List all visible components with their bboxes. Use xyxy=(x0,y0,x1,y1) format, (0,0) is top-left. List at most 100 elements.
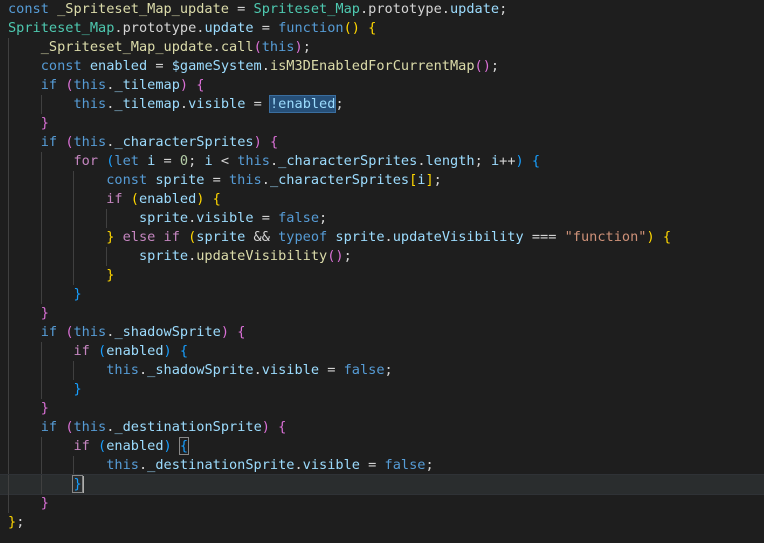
code-token: enabled xyxy=(106,438,164,454)
indent-guide xyxy=(73,266,75,285)
code-token: else xyxy=(122,229,164,245)
code-line[interactable]: } xyxy=(0,285,764,304)
code-token: sprite xyxy=(138,248,189,264)
code-line[interactable]: } xyxy=(0,114,764,133)
code-token: false xyxy=(343,362,385,378)
matched-bracket: } xyxy=(72,475,83,493)
code-token: . xyxy=(261,58,270,74)
indent-guide xyxy=(40,475,42,494)
code-token: _Spriteset_Map_update xyxy=(57,1,229,17)
code-line[interactable]: const _Spriteset_Map_update = Spriteset_… xyxy=(0,0,764,19)
code-line[interactable]: sprite.updateVisibility(); xyxy=(0,247,764,266)
indent-guide xyxy=(40,152,42,171)
indent-guide xyxy=(40,209,42,228)
indent-guide xyxy=(40,456,42,475)
code-line[interactable]: if (enabled) { xyxy=(0,437,764,456)
code-editor[interactable]: const _Spriteset_Map_update = Spriteset_… xyxy=(0,0,764,543)
code-token: { xyxy=(531,153,541,169)
code-token: _destinationSprite xyxy=(114,419,262,435)
code-line[interactable]: this._tilemap.visible = !enabled; xyxy=(0,95,764,114)
code-line[interactable]: sprite.visible = false; xyxy=(0,209,764,228)
indent-guide xyxy=(40,247,42,266)
indent-guide xyxy=(8,304,9,323)
indent-guide xyxy=(8,266,9,285)
code-token: _tilemap xyxy=(114,77,180,93)
code-token: Spriteset_Map xyxy=(253,1,360,17)
code-line[interactable]: if (this._characterSprites) { xyxy=(0,133,764,152)
code-line[interactable]: const enabled = $gameSystem.isM3DEnabled… xyxy=(0,57,764,76)
indent-guide xyxy=(106,209,108,228)
code-line[interactable]: if (this._tilemap) { xyxy=(0,76,764,95)
matched-bracket: { xyxy=(178,437,190,455)
code-line[interactable]: } xyxy=(0,494,764,513)
indent-guide xyxy=(40,171,42,190)
code-token: 0 xyxy=(179,153,189,169)
code-token: $gameSystem xyxy=(171,58,262,74)
indent-guide xyxy=(73,247,75,266)
indent-guide xyxy=(8,342,9,361)
code-line[interactable]: Spriteset_Map.prototype.update = functio… xyxy=(0,19,764,38)
code-token: Spriteset_Map xyxy=(8,20,115,36)
code-token: . xyxy=(294,457,303,473)
code-token: ( xyxy=(130,191,139,207)
code-token: { xyxy=(212,191,221,207)
code-token: call xyxy=(220,39,254,55)
code-token: length xyxy=(425,153,475,169)
code-line[interactable]: this._shadowSprite.visible = false; xyxy=(0,361,764,380)
indent-guide xyxy=(8,95,9,114)
code-token: ; xyxy=(425,457,434,473)
code-token: ; xyxy=(343,248,352,264)
indent-guide xyxy=(8,247,9,266)
code-line[interactable]: this._destinationSprite.visible = false; xyxy=(0,456,764,475)
code-token: visible xyxy=(302,457,360,473)
code-line[interactable]: if (enabled) { xyxy=(0,190,764,209)
code-line[interactable]: if (this._shadowSprite) { xyxy=(0,323,764,342)
code-line[interactable]: if (this._destinationSprite) { xyxy=(0,418,764,437)
code-token: i xyxy=(490,153,500,169)
code-token: = xyxy=(253,210,279,226)
code-token: ) xyxy=(515,153,524,169)
indent-guide xyxy=(40,228,42,247)
code-token: typeof xyxy=(278,229,336,245)
code-token: ; xyxy=(490,58,500,74)
indent-guide xyxy=(73,190,75,209)
code-token: enabled xyxy=(138,191,197,207)
code-line[interactable]: if (enabled) { xyxy=(0,342,764,361)
indent-guide xyxy=(8,76,9,95)
code-lines[interactable]: const _Spriteset_Map_update = Spriteset_… xyxy=(0,0,764,532)
code-token: updateVisibility xyxy=(196,248,328,264)
code-token: for xyxy=(73,153,107,169)
code-line[interactable]: } else if (sprite && typeof sprite.updat… xyxy=(0,228,764,247)
code-token: = xyxy=(245,96,270,112)
code-token: ; xyxy=(384,362,393,378)
code-line[interactable]: } xyxy=(0,399,764,418)
code-token: ) xyxy=(253,134,262,150)
code-token: _characterSprites xyxy=(278,153,418,169)
code-line[interactable]: } xyxy=(0,266,764,285)
indent-guide xyxy=(8,399,9,418)
code-line[interactable]: }; xyxy=(0,513,764,532)
code-line[interactable]: } xyxy=(0,474,764,495)
code-token: ) xyxy=(220,324,230,340)
code-line[interactable]: } xyxy=(0,304,764,323)
code-token: _shadowSprite xyxy=(147,362,254,378)
code-token: _characterSprites xyxy=(269,172,410,188)
indent-guide xyxy=(8,152,9,171)
code-token: sprite xyxy=(335,229,385,245)
code-line[interactable]: _Spriteset_Map_update.call(this); xyxy=(0,38,764,57)
code-line[interactable]: for (let i = 0; i < this._characterSprit… xyxy=(0,152,764,171)
code-token: = xyxy=(253,20,279,36)
code-line[interactable]: } xyxy=(0,380,764,399)
code-token: . xyxy=(138,457,148,473)
code-line[interactable]: const sprite = this._characterSprites[i]… xyxy=(0,171,764,190)
